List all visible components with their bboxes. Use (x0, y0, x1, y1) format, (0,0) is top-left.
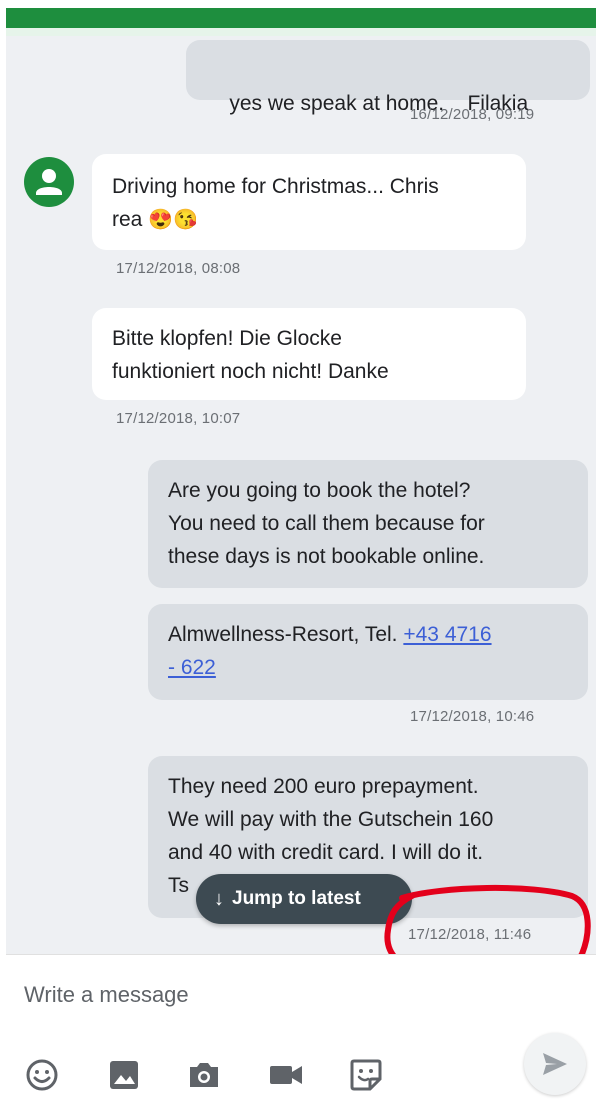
video-icon[interactable] (266, 1055, 306, 1095)
message-timestamp: 16/12/2018, 09:19 (410, 106, 535, 123)
camera-icon[interactable] (184, 1055, 224, 1095)
message-text-continued: We will pay with the Gutschein 160 (168, 808, 494, 831)
jump-to-latest-button[interactable]: ↓ Jump to latest (196, 874, 412, 924)
contact-avatar[interactable] (24, 157, 74, 207)
message-bubble-outgoing[interactable]: Almwellness-Resort, Tel. +43 4716 - 622 (148, 604, 588, 700)
sticker-icon[interactable] (346, 1055, 386, 1095)
message-list[interactable]: yes we speak at home. Filakia 16/12/2018… (6, 36, 596, 954)
emoji: 😍😘 (148, 209, 199, 231)
arrow-down-icon: ↓ (214, 887, 224, 910)
phone-link[interactable]: +43 4716 (403, 623, 491, 646)
message-bubble-outgoing[interactable]: yes we speak at home. Filakia (186, 40, 590, 115)
message-timestamp: 17/12/2018, 08:08 (116, 260, 241, 277)
message-bubble-incoming[interactable]: Bitte klopfen! Die Glocke funktioniert n… (92, 308, 526, 400)
message-text-line: Almwellness-Resort, Tel. +43 4716 (168, 618, 568, 651)
phone-link-continued[interactable]: - 622 (168, 656, 216, 679)
message-text-continued: funktioniert noch nicht! Danke (112, 360, 389, 383)
message-text-continued: and 40 with credit card. I will do it. (168, 841, 484, 864)
message-text: Almwellness-Resort, Tel. (168, 623, 404, 646)
message-text-continued: You need to call them because for (168, 512, 485, 535)
message-text: Driving home for Christmas... Chris (112, 175, 439, 198)
message-timestamp: 17/12/2018, 10:46 (410, 708, 535, 725)
image-icon[interactable] (104, 1055, 144, 1095)
send-button[interactable] (524, 1033, 586, 1095)
message-text: They need 200 euro prepayment. (168, 775, 479, 798)
top-app-bar (6, 8, 596, 28)
person-icon (36, 169, 62, 195)
message-text-line: rea 😍😘 (112, 203, 506, 237)
emoji-icon[interactable] (22, 1055, 62, 1095)
message-text: Bitte klopfen! Die Glocke (112, 327, 342, 350)
top-app-bar-divider (6, 28, 596, 36)
message-input[interactable] (24, 979, 524, 1011)
composer-bar (6, 954, 596, 1101)
send-icon (543, 1053, 567, 1075)
message-text-continued: these days is not bookable online. (168, 545, 485, 568)
message-text: Are you going to book the hotel? (168, 479, 471, 502)
message-bubble-outgoing[interactable]: Are you going to book the hotel? You nee… (148, 460, 588, 588)
message-timestamp: 17/12/2018, 10:07 (116, 410, 241, 427)
message-text-continued: rea (112, 208, 143, 231)
jump-to-latest-label: Jump to latest (232, 888, 361, 909)
message-bubble-incoming[interactable]: Driving home for Christmas... Chris rea … (92, 154, 526, 250)
